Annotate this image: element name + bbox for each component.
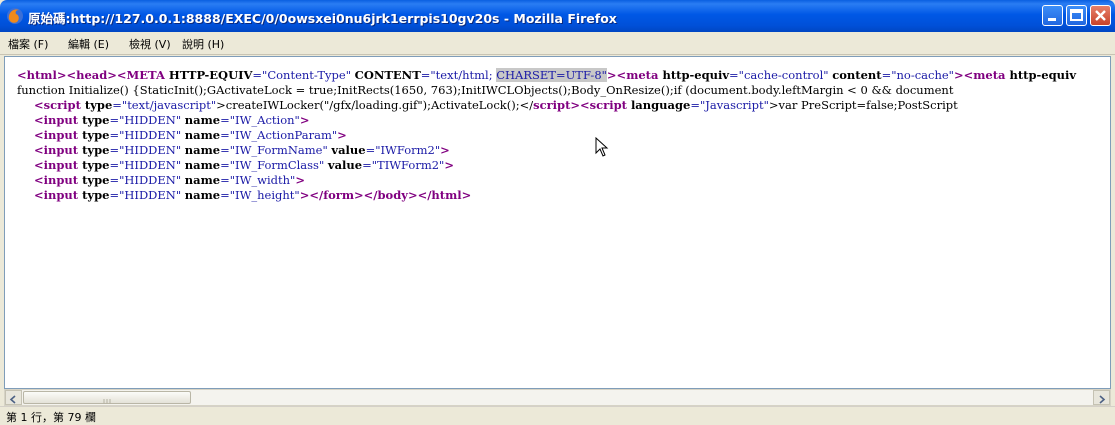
src-attr: name — [184, 128, 221, 142]
source-line-input: <input type="HIDDEN" name="IW_FormName" … — [34, 143, 450, 158]
src-text: >var PreScript=false;PostScript — [768, 98, 958, 112]
src-attr: name — [184, 113, 221, 127]
src-attr: CONTENT — [354, 68, 421, 82]
selected-text: CHARSET=UTF-8" — [496, 68, 607, 82]
src-tag: <html><head><META — [17, 68, 169, 82]
src-value: ="IW_width" — [220, 173, 296, 187]
src-value: ="HIDDEN" — [109, 173, 185, 187]
src-attr: type — [82, 173, 110, 187]
src-tag: > — [440, 143, 450, 157]
source-line-1: <html><head><META HTTP-EQUIV="Content-Ty… — [17, 68, 1076, 83]
menu-edit[interactable]: 編輯 (E) — [68, 36, 109, 52]
src-attr: type — [82, 128, 110, 142]
src-value: ="HIDDEN" — [109, 188, 185, 202]
src-attr: value — [331, 143, 366, 157]
menu-file[interactable]: 檔案 (F) — [8, 36, 48, 52]
src-attr: name — [184, 158, 221, 172]
src-value: ="text/html; — [420, 68, 497, 82]
src-value: ="IW_FormName" — [220, 143, 332, 157]
src-attr: http-equiv — [1009, 68, 1077, 82]
src-value: ="IW_ActionParam" — [220, 128, 338, 142]
src-tag: <input — [34, 158, 83, 172]
minimize-button[interactable] — [1042, 5, 1063, 26]
src-text: >createIWLocker("/gfx/loading.gif");Acti… — [216, 98, 534, 112]
src-tag: > — [299, 113, 310, 127]
src-attr: type — [82, 143, 110, 157]
source-line-2: function Initialize() {StaticInit();GAct… — [17, 83, 954, 97]
scroll-thumb[interactable] — [23, 391, 191, 404]
source-line-input: <input type="HIDDEN" name="IW_width"> — [34, 173, 305, 188]
src-value: ="IWForm2" — [365, 143, 441, 157]
src-attr: language — [630, 98, 691, 112]
menu-view[interactable]: 檢視 (V) — [129, 36, 171, 52]
src-tag: ><script — [570, 98, 631, 112]
src-attr: name — [184, 173, 221, 187]
src-tag: <script — [34, 98, 85, 112]
src-tag: > — [444, 158, 454, 172]
src-value: ="TIWForm2" — [362, 158, 445, 172]
scroll-left-button[interactable] — [5, 390, 22, 405]
src-attr: content — [832, 68, 882, 82]
src-value: ="cache-control" — [729, 68, 833, 82]
scroll-right-button[interactable] — [1093, 390, 1110, 405]
src-tag: <input — [34, 143, 83, 157]
src-value: ="Javascript" — [690, 98, 769, 112]
minimize-icon — [1048, 18, 1056, 21]
menu-help[interactable]: 說明 (H) — [182, 36, 224, 52]
src-tag: script — [533, 98, 571, 112]
horizontal-scrollbar[interactable] — [4, 389, 1111, 406]
src-attr: name — [184, 143, 221, 157]
source-line-input: <input type="HIDDEN" name="IW_FormClass"… — [34, 158, 454, 173]
src-attr: name — [184, 188, 221, 202]
src-tag: > — [295, 173, 305, 187]
src-tag: <input — [34, 173, 83, 187]
src-attr: type — [84, 98, 113, 112]
source-line-input: <input type="HIDDEN" name="IW_height"></… — [34, 188, 471, 203]
source-line-input: <input type="HIDDEN" name="IW_ActionPara… — [34, 128, 347, 143]
src-tag: ></form></body></html> — [299, 188, 472, 202]
close-icon — [1095, 10, 1106, 21]
src-tag: <input — [34, 188, 83, 202]
menu-bar: 檔案 (F) 編輯 (E) 檢視 (V) 說明 (H) — [0, 32, 1115, 55]
src-attr: http-equiv — [662, 68, 730, 82]
src-tag: ><meta — [953, 68, 1010, 82]
window-title: 原始碼:http://127.0.0.1:8888/EXEC/0/0owsxei… — [28, 11, 617, 26]
src-attr: type — [82, 113, 110, 127]
src-value: ="IW_Action" — [220, 113, 300, 127]
src-tag: <input — [34, 113, 83, 127]
chevron-left-icon — [9, 395, 16, 404]
src-value: ="IW_height" — [220, 188, 300, 202]
title-bar[interactable]: 原始碼:http://127.0.0.1:8888/EXEC/0/0owsxei… — [0, 0, 1115, 32]
src-value: ="HIDDEN" — [109, 143, 185, 157]
src-attr: value — [327, 158, 363, 172]
src-tag: > — [337, 128, 347, 142]
src-attr: type — [82, 158, 110, 172]
src-value: ="HIDDEN" — [109, 113, 185, 127]
src-value: ="HIDDEN" — [109, 158, 185, 172]
firefox-icon — [7, 8, 23, 24]
src-attr: type — [82, 188, 110, 202]
src-value: ="no-cache" — [881, 68, 954, 82]
source-line-input: <input type="HIDDEN" name="IW_Action"> — [34, 113, 309, 128]
maximize-button[interactable] — [1066, 5, 1087, 26]
src-value: ="IW_FormClass" — [220, 158, 328, 172]
src-value: ="text/javascript" — [112, 98, 217, 112]
src-tag: <input — [34, 128, 83, 142]
src-value: ="Content-Type" — [252, 68, 355, 82]
status-bar: 第 1 行，第 79 欄 — [0, 406, 1115, 424]
source-view[interactable]: <html><head><META HTTP-EQUIV="Content-Ty… — [4, 56, 1111, 389]
maximize-icon — [1070, 9, 1083, 21]
src-value: ="HIDDEN" — [109, 128, 185, 142]
src-tag: ><meta — [606, 68, 663, 82]
src-attr: HTTP-EQUIV — [168, 68, 253, 82]
close-button[interactable] — [1090, 5, 1111, 26]
chevron-right-icon — [1099, 395, 1106, 404]
source-line-3: <script type="text/javascript">createIWL… — [34, 98, 958, 113]
mouse-pointer-icon — [595, 137, 609, 157]
